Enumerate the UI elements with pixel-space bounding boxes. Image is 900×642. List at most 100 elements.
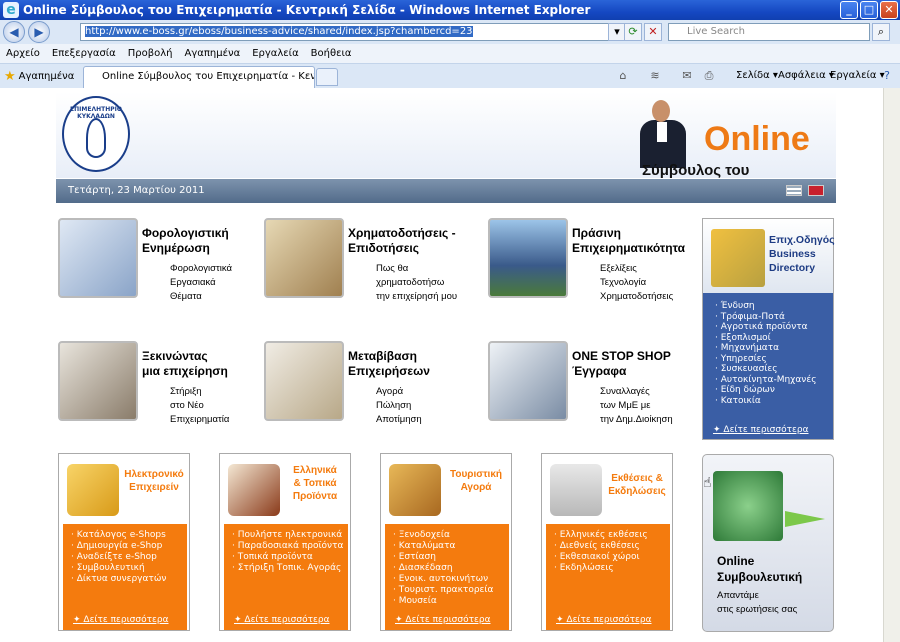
list-item[interactable]: · Πουλήστε ηλεκτρονικά <box>232 530 348 541</box>
folder-icon <box>711 229 765 287</box>
list-item[interactable]: · Κατάλογος e-Shops <box>71 530 187 541</box>
greek-flag-icon[interactable] <box>786 185 802 196</box>
minimize-button[interactable]: _ <box>840 1 858 19</box>
search-icon[interactable]: ⌕ <box>872 23 890 41</box>
box-more-link[interactable]: ✦ Δείτε περισσότερα <box>234 615 330 626</box>
box-header: Εκθέσεις & Εκδηλώσεις <box>542 454 672 524</box>
list-item[interactable]: · Τρόφιμα-Ποτά <box>715 312 833 323</box>
list-item[interactable]: · Μουσεία <box>393 596 509 607</box>
mail-icon[interactable]: ✉ <box>680 69 694 83</box>
list-item[interactable]: · Διασκέδαση <box>393 563 509 574</box>
service-tax[interactable]: Φορολογιστική Ενημέρωση Φορολογιστικά Εργα… <box>58 218 268 328</box>
box-more-link[interactable]: ✦ Δείτε περισσότερα <box>73 615 169 626</box>
paper-plane-icon <box>785 511 825 527</box>
menu-file[interactable]: Αρχείο <box>6 48 40 59</box>
service-funding[interactable]: Χρηματοδοτήσεις - Επιδοτήσεις Πως θα χρημα… <box>264 218 474 328</box>
service-title: Μεταβίβαση Επιχειρήσεων <box>348 349 430 378</box>
list-item[interactable]: · Εστίαση <box>393 552 509 563</box>
menu-favorites[interactable]: Αγαπημένα <box>185 48 241 59</box>
forward-button[interactable]: ▶ <box>28 21 50 43</box>
list-item[interactable]: · Ενοικ. αυτοκινήτων <box>393 574 509 585</box>
refresh-icon[interactable]: ⟳ <box>624 23 642 41</box>
box-ebusiness[interactable]: Ηλεκτρονικό Επιχειρείν · Κατάλογος e-Shop… <box>58 453 190 631</box>
service-startup[interactable]: Ξεκινώντας μια επιχείρηση Στήριξη στο Νέο Ε… <box>58 341 268 451</box>
menu-help[interactable]: Βοήθεια <box>311 48 352 59</box>
list-item[interactable]: · Διεθνείς εκθέσεις <box>554 541 670 552</box>
online-consulting[interactable]: Online Συμβουλευτική Απαντάμε στις ερωτήσε… <box>702 454 834 632</box>
url-field[interactable]: http://www.e-boss.gr/eboss/business-advi… <box>80 23 622 41</box>
list-item[interactable]: · Εκθεσιακοί χώροι <box>554 552 670 563</box>
home-icon[interactable]: ⌂ <box>616 69 630 83</box>
list-item[interactable]: · Τοπικά προϊόντα <box>232 552 348 563</box>
list-item[interactable]: · Ελληνικές εκθέσεις <box>554 530 670 541</box>
search-input[interactable]: Live Search <box>668 23 870 41</box>
box-title: Ελληνικά & Τοπικά Προϊόντα <box>292 465 338 502</box>
list-item[interactable]: · Συσκευασίες <box>715 364 833 375</box>
list-item[interactable]: · Παραδοσιακά προϊόντα <box>232 541 348 552</box>
list-item[interactable]: · Δημιουργία e-Shop <box>71 541 187 552</box>
service-title: Χρηματοδοτήσεις - Επιδοτήσεις <box>348 226 456 255</box>
tools-menu[interactable]: Εργαλεία ▾ <box>830 70 885 81</box>
safety-menu-label: Ασφάλεια <box>778 70 826 81</box>
close-button[interactable]: ✕ <box>880 1 898 19</box>
list-item[interactable]: · Κατοικία <box>715 396 833 407</box>
list-item[interactable]: · Στήριξη Τοπικ. Αγοράς <box>232 563 348 574</box>
service-desc: Εξελίξεις Τεχνολογία Χρηματοδοτήσεις <box>600 263 674 302</box>
service-desc: Πως θα χρηματοδοτήσω την επιχείρησή μου <box>376 263 458 302</box>
menu-view[interactable]: Προβολή <box>128 48 173 59</box>
vertical-scrollbar[interactable] <box>883 88 900 642</box>
box-products[interactable]: Ελληνικά & Τοπικά Προϊόντα · Πουλήστε ηλεκ… <box>219 453 351 631</box>
box-more-link[interactable]: ✦ Δείτε περισσότερα <box>556 615 652 626</box>
list-item[interactable]: · Μηχανήματα <box>715 343 833 354</box>
tools-menu-label: Εργαλεία <box>830 70 877 81</box>
list-item[interactable]: · Ένδυση <box>715 301 833 312</box>
back-button[interactable]: ◀ <box>3 21 25 43</box>
box-title: Ηλεκτρονικό Επιχειρείν <box>124 469 184 493</box>
box-tourism[interactable]: Τουριστική Αγορά · Ξενοδοχεία · Καταλύματ… <box>380 453 512 631</box>
service-transfer[interactable]: Μεταβίβαση Επιχειρήσεων Αγορά Πώληση Αποτίμ… <box>264 341 474 451</box>
list-item[interactable]: · Συμβουλευτική <box>71 563 187 574</box>
print-icon[interactable]: ⎙ <box>702 69 716 83</box>
new-tab-button[interactable] <box>316 68 338 86</box>
list-item[interactable]: · Δίκτυα συνεργατών <box>71 574 187 585</box>
stop-icon[interactable]: ✕ <box>644 23 662 41</box>
box-header: Ελληνικά & Τοπικά Προϊόντα <box>220 454 350 524</box>
logo-figure <box>86 118 106 158</box>
service-onestop[interactable]: ONE STOP SHOP Έγγραφα Συναλλαγές των ΜμΕ μ… <box>488 341 698 451</box>
wine-icon <box>228 464 280 516</box>
favorites-button[interactable]: ★ Αγαπημένα <box>4 69 74 84</box>
list-item[interactable]: · Αυτοκίνητα-Μηχανές <box>715 375 833 386</box>
menu-edit[interactable]: Επεξεργασία <box>52 48 116 59</box>
date-bar: Τετάρτη, 23 Μαρτίου 2011 <box>56 179 836 203</box>
box-list: · Ξενοδοχεία · Καταλύματα · Εστίαση · Δι… <box>385 524 509 630</box>
list-item[interactable]: · Ξενοδοχεία <box>393 530 509 541</box>
tab-label: Online Σύμβουλος του Επιχειρηματία - Κεν… <box>102 71 314 82</box>
menu-tools[interactable]: Εργαλεία <box>252 48 298 59</box>
service-desc: Αγορά Πώληση Αποτίμηση <box>376 386 422 425</box>
list-item[interactable]: · Τουριστ. πρακτορεία <box>393 585 509 596</box>
tab-active[interactable]: Online Σύμβουλος του Επιχειρηματία - Κεν… <box>83 66 315 88</box>
service-title: ONE STOP SHOP Έγγραφα <box>572 349 671 378</box>
list-item[interactable]: · Εξοπλισμοί <box>715 333 833 344</box>
consulting-desc: Απαντάμε στις ερωτήσεις σας <box>717 590 798 615</box>
uk-flag-icon[interactable] <box>808 185 824 196</box>
service-desc: Στήριξη στο Νέο Επιχειρηματία <box>170 386 230 425</box>
box-exhibitions[interactable]: Εκθέσεις & Εκδηλώσεις · Ελληνικές εκθέσει… <box>541 453 673 631</box>
maximize-button[interactable]: □ <box>860 1 878 19</box>
directory-more-link[interactable]: ✦ Δείτε περισσότερα <box>713 425 809 435</box>
page-menu[interactable]: Σελίδα ▾ <box>736 70 778 81</box>
business-directory[interactable]: Επιχ.Οδηγός Business Directory · Ένδυση · … <box>702 218 835 440</box>
list-item[interactable]: · Καταλύματα <box>393 541 509 552</box>
list-item[interactable]: · Αγροτικά προϊόντα <box>715 322 833 333</box>
list-item[interactable]: · Είδη δώρων <box>715 385 833 396</box>
list-item[interactable]: · Υπηρεσίες <box>715 354 833 365</box>
service-green[interactable]: Πράσινη Επιχειρηματικότητα Εξελίξεις Τεχνο… <box>488 218 698 328</box>
directory-header: Επιχ.Οδηγός Business Directory <box>703 219 835 293</box>
help-icon[interactable]: ? <box>880 69 894 83</box>
feeds-icon[interactable]: ≋ <box>648 69 662 83</box>
list-item[interactable]: · Αναδείξτε e-Shop <box>71 552 187 563</box>
chamber-logo[interactable]: ΕΠΙΜΕΛΗΤΗΡΙΟ ΚΥΚΛΑΔΩΝ <box>62 96 130 172</box>
safety-menu[interactable]: Ασφάλεια ▾ <box>778 70 834 81</box>
box-more-link[interactable]: ✦ Δείτε περισσότερα <box>395 615 491 626</box>
list-item[interactable]: · Εκδηλώσεις <box>554 563 670 574</box>
